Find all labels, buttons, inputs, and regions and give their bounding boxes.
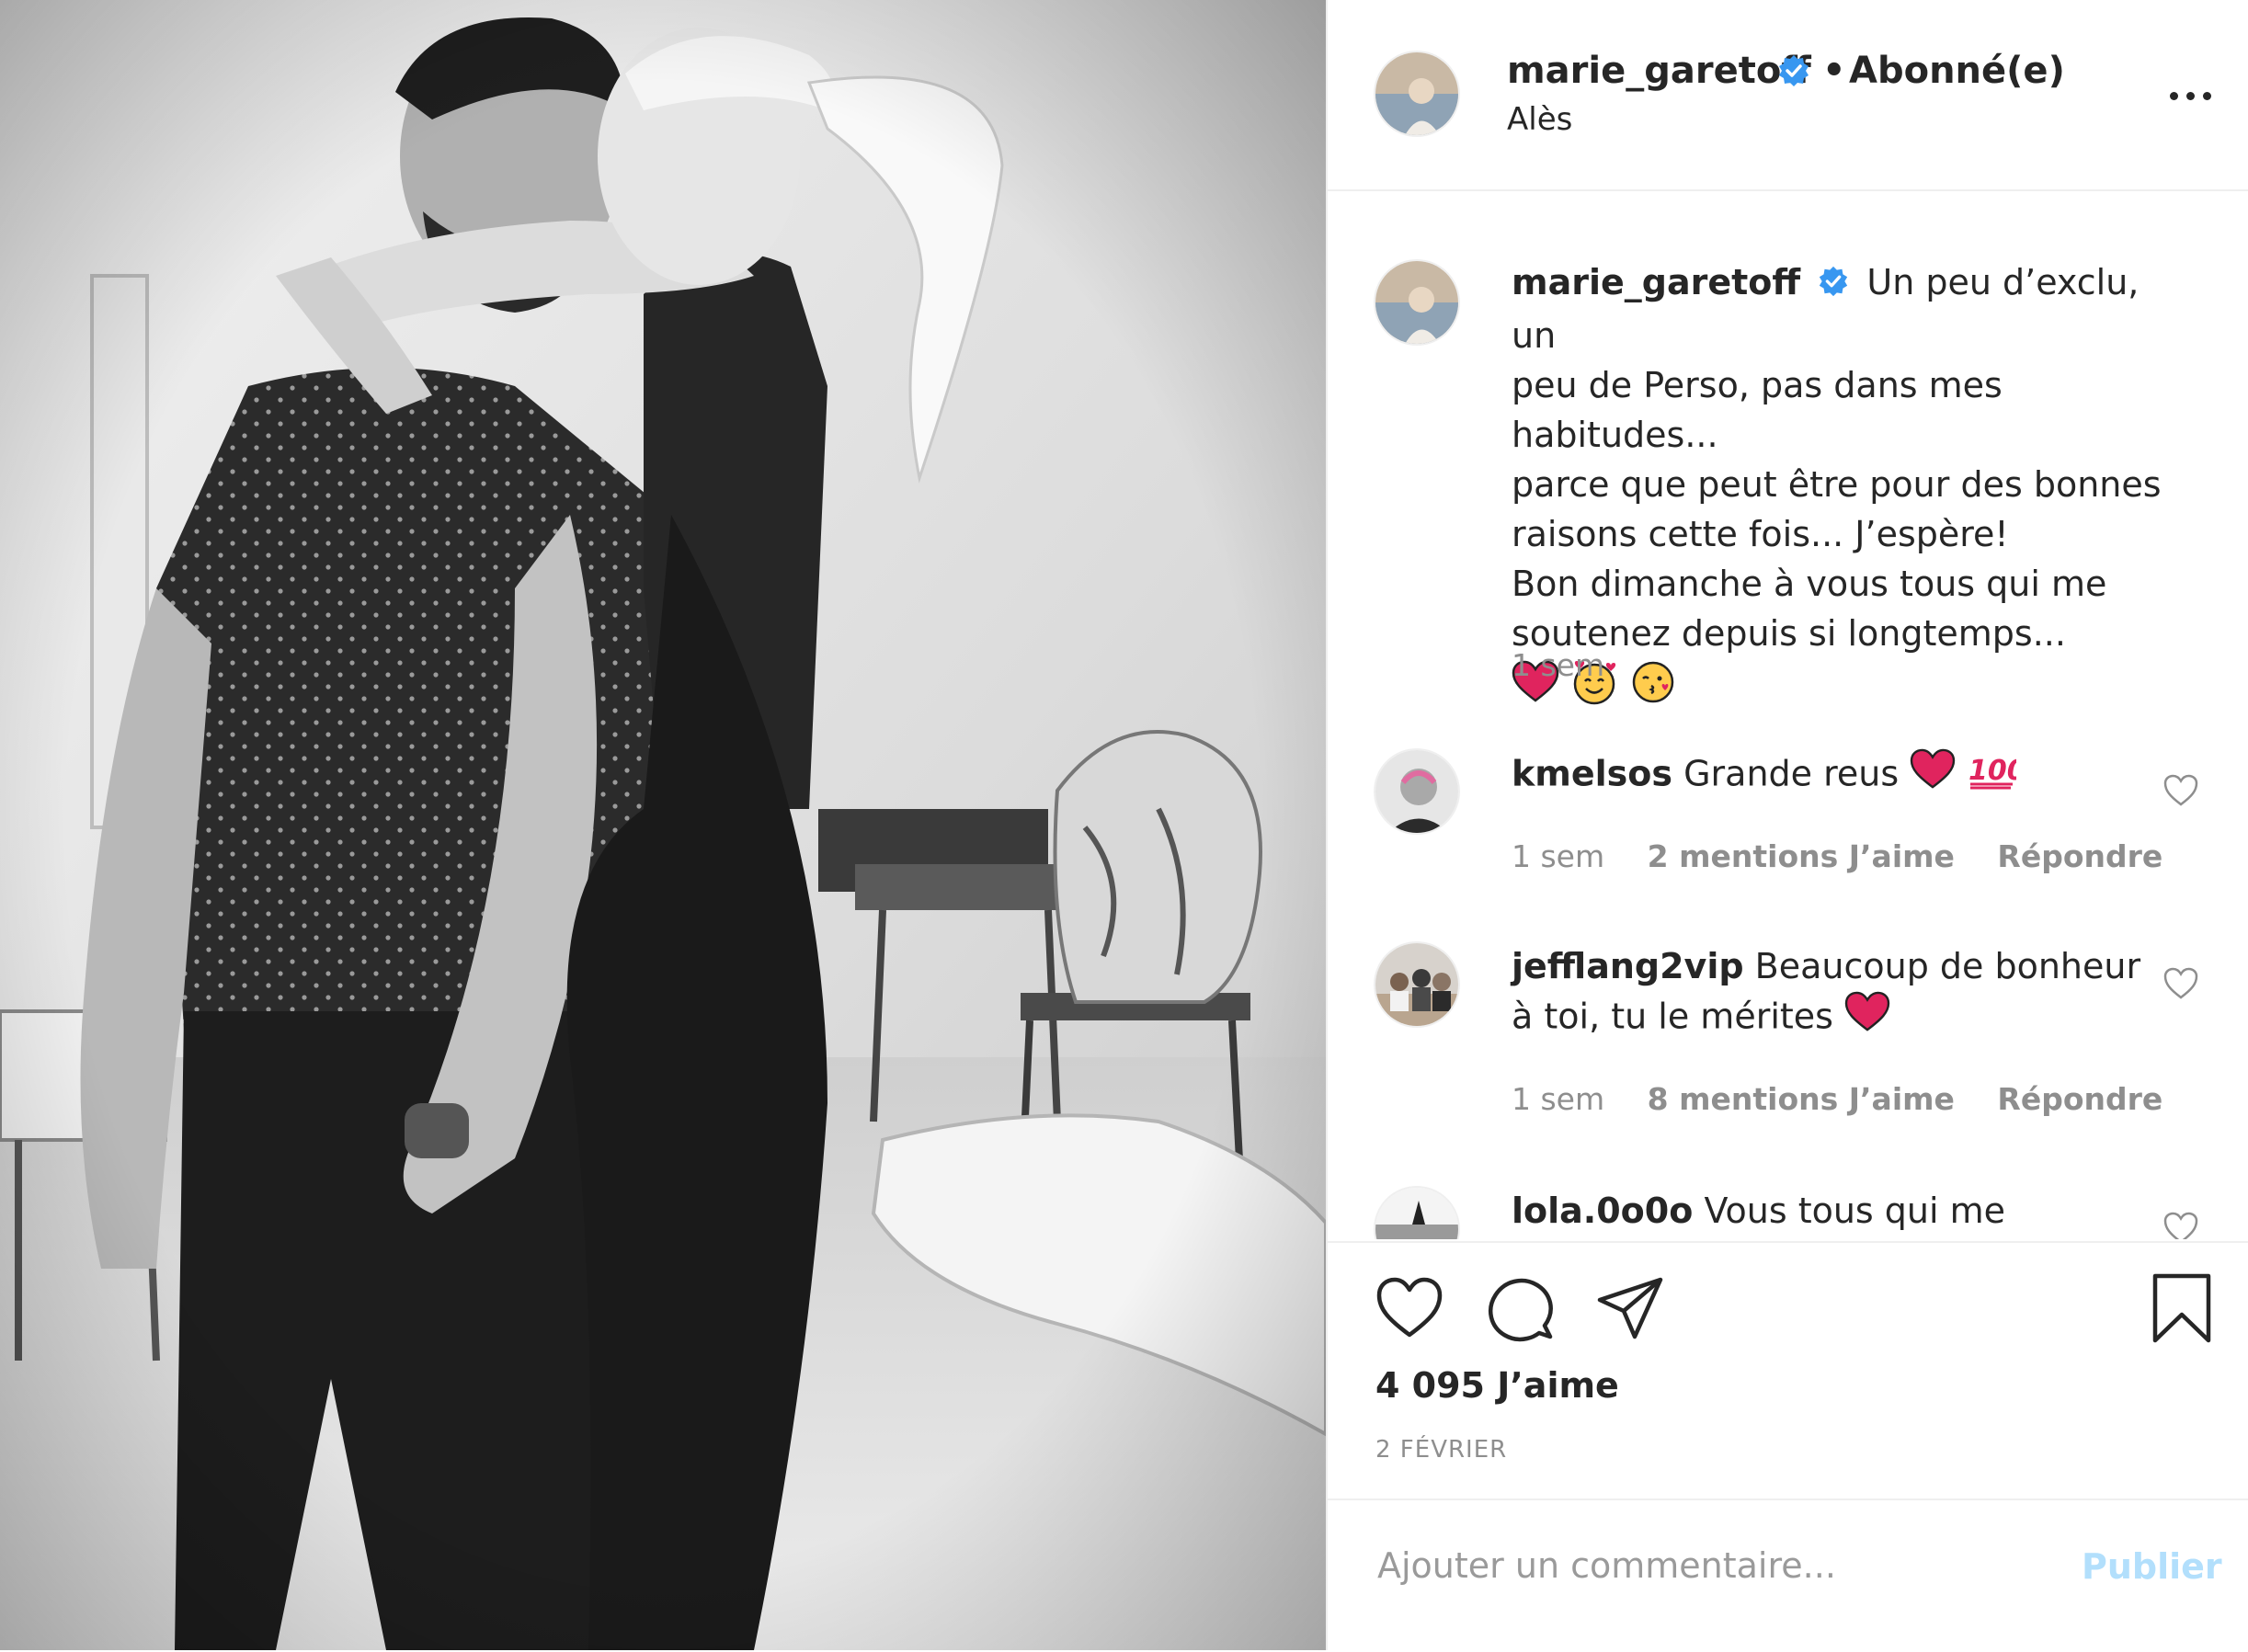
caption-line: peu de Perso, pas dans mes habitudes...: [1512, 365, 2003, 455]
comment-body: à toi, tu le mérites: [1512, 996, 1833, 1037]
post-actions: 4 095 J’aime 2 FÉVRIER: [1328, 1241, 2248, 1500]
heart-outline-icon[interactable]: [1374, 1272, 1445, 1344]
verified-badge-icon: [1776, 53, 1811, 92]
comment-meta: 1 sem 2 mentions J’aime Répondre: [1512, 838, 2196, 874]
publish-button[interactable]: Publier: [2082, 1546, 2222, 1587]
comment-time[interactable]: 1 sem: [1512, 838, 1604, 874]
comment-body: Beaucoup de bonheur: [1754, 946, 2141, 986]
comment-username[interactable]: lola.0o0o: [1512, 1191, 1693, 1231]
red-heart-emoji: [1844, 991, 1890, 1046]
likes-count[interactable]: 4 095 J’aime: [1375, 1365, 1619, 1406]
comment-meta: 1 sem 8 mentions J’aime Répondre: [1512, 1081, 2196, 1117]
post-side-panel: marie_garetoff • Abonné(e) Alès marie_ga…: [1326, 0, 2248, 1650]
paper-plane-icon[interactable]: [1594, 1272, 1666, 1344]
comment-icon[interactable]: [1484, 1272, 1556, 1344]
hundred-points-emoji: 100: [1967, 748, 2026, 803]
author-avatar[interactable]: [1374, 51, 1460, 137]
caption-username[interactable]: marie_garetoff: [1512, 262, 1800, 302]
comment-body: Vous tous qui me: [1704, 1191, 2006, 1231]
comment-time[interactable]: 1 sem: [1512, 1081, 1604, 1117]
author-username[interactable]: marie_garetoff: [1507, 50, 1811, 92]
comment-body: Grande reus: [1683, 753, 1900, 794]
caption-meta: 1 sem: [1512, 647, 1638, 683]
caption-time[interactable]: 1 sem: [1512, 647, 1604, 683]
caption-line: Bon dimanche à vous tous qui me: [1512, 564, 2107, 604]
follow-status-button[interactable]: Abonné(e): [1849, 50, 2065, 92]
reply-button[interactable]: Répondre: [1997, 1081, 2162, 1117]
comment-avatar[interactable]: [1374, 941, 1460, 1028]
avatar-image: [1375, 1188, 1458, 1239]
caption-line: raisons cette fois... J’espère!: [1512, 514, 2009, 554]
comment-likes-count[interactable]: 2 mentions J’aime: [1648, 838, 1955, 874]
avatar-image: [1375, 750, 1458, 833]
svg-text:100: 100: [1968, 755, 2016, 787]
post-header: marie_garetoff • Abonné(e) Alès: [1328, 0, 2248, 191]
comment-avatar[interactable]: [1374, 1186, 1460, 1239]
avatar-image: [1375, 261, 1458, 344]
avatar-image: [1375, 943, 1458, 1026]
avatar-image: [1375, 52, 1458, 135]
comment-username[interactable]: kmelsos: [1512, 754, 1672, 794]
comment-username[interactable]: jefflang2vip: [1512, 946, 1744, 986]
add-comment-bar: Publier: [1328, 1498, 2248, 1652]
bookmark-icon[interactable]: [2146, 1272, 2218, 1344]
comment-text: kmelsos Grande reus 100: [1512, 748, 2183, 803]
post-location-link[interactable]: Alès: [1507, 101, 1572, 138]
caption-author-avatar[interactable]: [1374, 259, 1460, 346]
verified-badge-icon: [1817, 261, 1850, 311]
red-heart-emoji: [1910, 748, 1956, 803]
comment-avatar[interactable]: [1374, 748, 1460, 835]
comment-likes-count[interactable]: 8 mentions J’aime: [1648, 1081, 1955, 1117]
reply-button[interactable]: Répondre: [1997, 838, 2162, 874]
comment-like-heart-icon[interactable]: [2162, 965, 2199, 1002]
comment-text: jefflang2vip Beaucoup de bonheur à toi, …: [1512, 941, 2183, 1046]
caption-line: parce que peut être pour des bonnes: [1512, 464, 2162, 505]
post-date[interactable]: 2 FÉVRIER: [1375, 1436, 1507, 1464]
comment-like-heart-icon[interactable]: [2162, 772, 2199, 809]
comments-list[interactable]: marie_garetoff Un peu d’exclu, un peu de…: [1328, 191, 2248, 1239]
post-photo-image: [0, 0, 1326, 1650]
comment-like-heart-icon[interactable]: [2162, 1210, 2199, 1239]
post-photo[interactable]: [0, 0, 1326, 1650]
comment-text: lola.0o0o Vous tous qui me: [1512, 1186, 2183, 1236]
instagram-post-view: marie_garetoff • Abonné(e) Alès marie_ga…: [0, 0, 2248, 1650]
add-comment-input[interactable]: [1375, 1544, 2023, 1587]
more-options-icon[interactable]: [2162, 77, 2218, 114]
header-separator: •: [1822, 50, 1846, 92]
